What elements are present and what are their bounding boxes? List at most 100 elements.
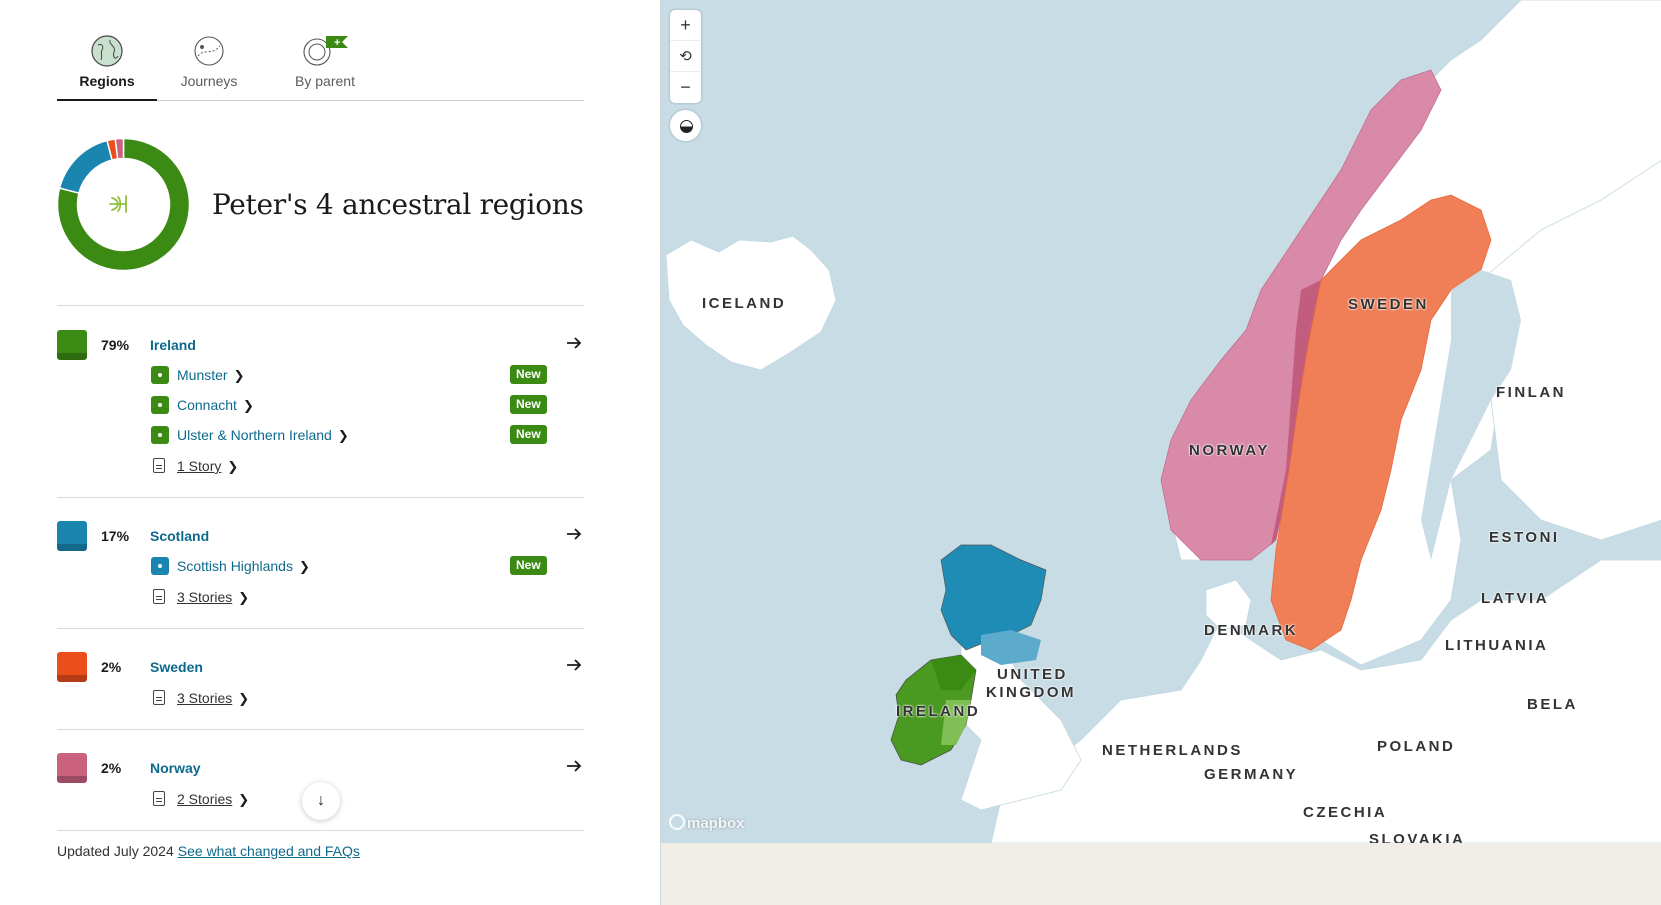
subregion-color-icon [151,396,169,414]
arrow-down-icon: ↓ [317,792,325,809]
tab-label: By parent [295,73,355,89]
new-badge: New [510,395,547,414]
ethnicity-donut-chart [57,138,190,271]
map-label-norway: NORWAY [1189,442,1270,459]
document-icon [153,690,165,705]
region-color-swatch [57,652,87,682]
summary-title: Peter's 4 ancestral regions [212,188,584,221]
region-percent: 2% [101,760,122,776]
document-icon [153,791,165,806]
region-color-swatch [57,330,87,360]
mapbox-icon [669,814,685,830]
chevron-right-icon: ❯ [227,459,239,474]
subregion-label[interactable]: Ulster & Northern Ireland ❯ [177,427,349,444]
tab-by-parent[interactable]: + By parent [277,30,373,101]
svg-text:+: + [334,37,340,49]
subregion-color-icon [151,366,169,384]
globe-icon [91,35,123,67]
new-badge: New [510,425,547,444]
document-icon [153,589,165,604]
map-label-finland: FINLAN [1496,384,1566,401]
divider [57,830,584,831]
subregion-color-icon [151,426,169,444]
tab-regions[interactable]: Regions [57,30,157,101]
tab-journeys[interactable]: Journeys [168,30,250,101]
map-label-united: UNITED [997,666,1068,683]
region-sweden: 2% Sweden 3 Stories ❯ [57,652,584,712]
journeys-icon [194,36,224,66]
ancestry-leaf-icon [109,195,127,213]
chevron-right-icon: ❯ [233,368,245,383]
region-name-link[interactable]: Ireland [150,337,196,353]
map-label-denmark: DENMARK [1204,622,1299,639]
region-percent: 2% [101,659,122,675]
subregion-connacht[interactable]: Connacht ❯ [151,395,551,415]
zoom-in-button[interactable]: + [670,10,701,41]
region-name-link[interactable]: Scotland [150,528,209,544]
region-color-swatch [57,521,87,551]
map-label-iceland: ICELAND [702,295,787,312]
map-label-sweden: SWEDEN [1348,296,1429,313]
stories-label[interactable]: 2 Stories ❯ [177,791,249,808]
faq-link[interactable]: See what changed and FAQs [178,843,360,859]
map-label-lithuania: LITHUANIA [1445,637,1549,654]
arrow-right-icon[interactable] [564,655,584,675]
updated-note: Updated July 2024 See what changed and FA… [57,843,360,859]
map-bottom-strip [661,843,1661,905]
divider [57,729,584,730]
region-color-swatch [57,753,87,783]
map-label-kingdom: KINGDOM [986,684,1076,701]
tab-label: Journeys [180,73,238,89]
arrow-right-icon[interactable] [564,756,584,776]
divider [57,497,584,498]
region-scotland-shape [940,544,1047,665]
region-name-link[interactable]: Sweden [150,659,203,675]
map-label-estonia: ESTONI [1489,529,1560,546]
map-label-poland: POLAND [1377,738,1456,755]
by-parent-icon: + [303,36,348,66]
updated-text: Updated July 2024 [57,843,174,859]
region-percent: 17% [101,528,130,544]
map-zoom-controls: + ⟲ − [670,10,701,103]
mapbox-logo[interactable]: mapbox [669,814,745,832]
subregion-scottish-highlands[interactable]: Scottish Highlands ❯ [151,556,551,576]
subregion-label[interactable]: Munster ❯ [177,367,244,384]
ethnicity-summary: Peter's 4 ancestral regions [57,138,584,272]
divider [57,305,584,306]
subregion-label[interactable]: Scottish Highlands ❯ [177,558,310,575]
chevron-right-icon: ❯ [238,691,250,706]
subregion-label[interactable]: Connacht ❯ [177,397,254,414]
arrow-right-icon[interactable] [564,524,584,544]
chevron-right-icon: ❯ [238,792,250,807]
stories-label[interactable]: 3 Stories ❯ [177,690,249,707]
zoom-out-button[interactable]: − [670,72,701,103]
map-label-czechia: CZECHIA [1303,804,1388,821]
chevron-right-icon: ❯ [242,398,254,413]
reset-view-button[interactable]: ⟲ [670,41,701,72]
map-label-germany: GERMANY [1204,766,1299,783]
map-canvas[interactable] [661,0,1661,843]
document-icon [153,458,165,473]
results-panel: Regions Journeys + By parent Peter's 4 a… [0,0,660,905]
contrast-toggle-button[interactable] [670,110,701,141]
ethnicity-map[interactable]: ICELAND SWEDEN FINLAN NORWAY ESTONI LATV… [660,0,1661,905]
map-label-netherlands: NETHERLANDS [1102,742,1243,759]
region-percent: 79% [101,337,130,353]
arrow-right-icon[interactable] [564,333,584,353]
region-scotland: 17% Scotland Scottish Highlands ❯ New 3 S… [57,521,584,611]
view-tabs: Regions Journeys + By parent [57,30,584,101]
region-name-link[interactable]: Norway [150,760,201,776]
region-ireland: 79% Ireland Munster ❯ New Connacht ❯ New U… [57,330,584,480]
tab-label: Regions [79,73,135,89]
scroll-down-button[interactable]: ↓ [302,782,340,820]
stories-label[interactable]: 3 Stories ❯ [177,589,249,606]
new-badge: New [510,556,547,575]
map-label-latvia: LATVIA [1481,590,1550,607]
map-label-belarus: BELA [1527,696,1578,713]
stories-label[interactable]: 1 Story ❯ [177,458,238,475]
subregion-ulster[interactable]: Ulster & Northern Ireland ❯ [151,425,551,445]
land-layer [665,0,1661,843]
subregion-munster[interactable]: Munster ❯ [151,365,551,385]
donut-slice-scotland [58,139,113,194]
divider [57,628,584,629]
